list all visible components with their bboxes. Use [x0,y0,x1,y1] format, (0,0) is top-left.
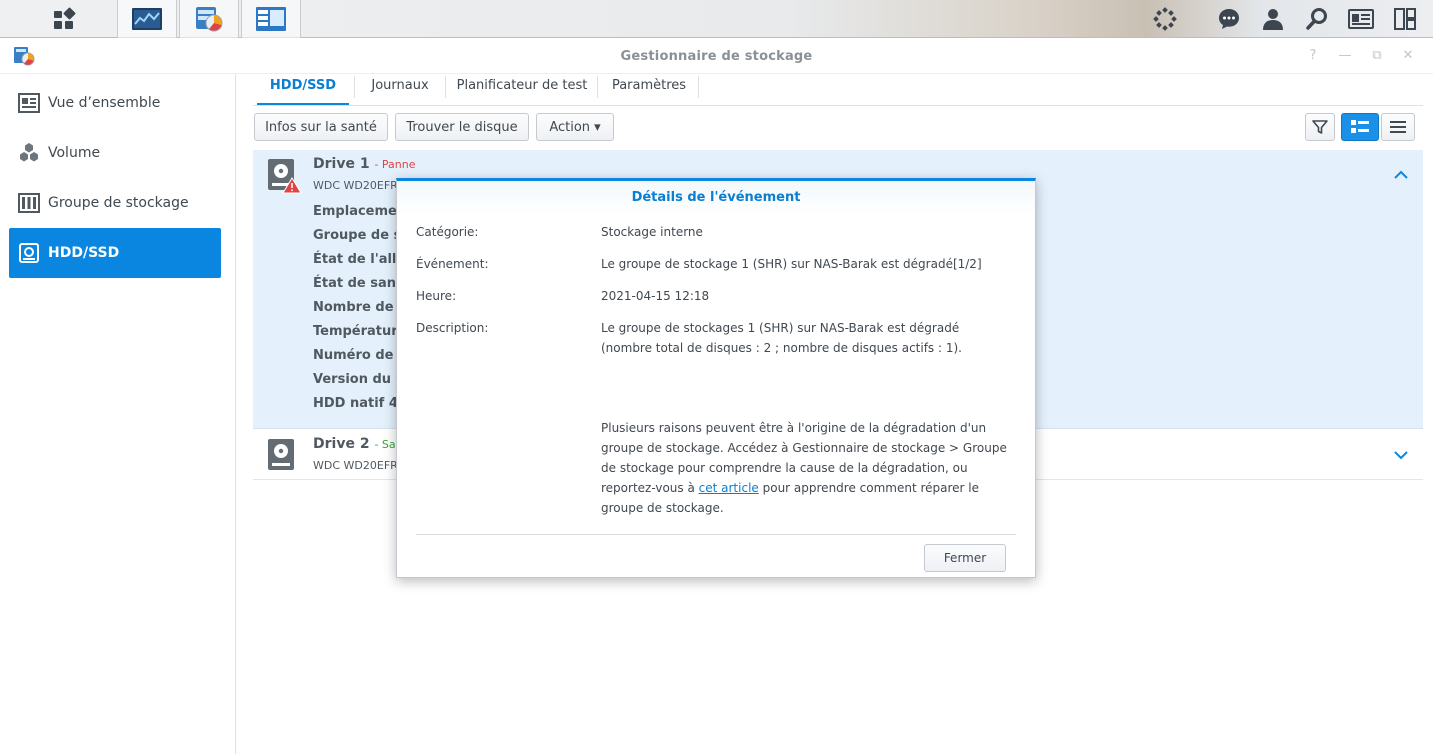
time-label: Heure: [416,289,457,303]
chevron-down-icon[interactable] [1393,447,1409,463]
user-button[interactable] [1256,0,1290,38]
article-link[interactable]: cet article [699,481,759,495]
tab-divider [597,76,598,98]
user-icon [1263,9,1283,30]
chat-bubble-icon [1219,9,1239,29]
sidebar-item-storage-pool[interactable]: Groupe de stockage [9,178,221,228]
category-label: Catégorie: [416,225,479,239]
control-panel-icon [256,7,286,31]
sidebar-item-volume[interactable]: Volume [9,128,221,178]
tab-divider [445,76,446,98]
sidebar-item-label: Vue d’ensemble [48,95,161,111]
filter-icon [1312,120,1328,134]
health-info-button[interactable]: Infos sur la santé [254,113,388,141]
minimize-button[interactable]: — [1336,47,1354,65]
sidebar-item-label: Groupe de stockage [48,195,189,211]
description-value: Le groupe de stockages 1 (SHR) sur NAS-B… [601,321,962,355]
widgets-icon [1394,8,1416,30]
close-button[interactable]: Fermer [924,544,1006,572]
tab-hdd-ssd[interactable]: HDD/SSD [257,74,349,105]
synology-widget-icon [1153,7,1177,31]
hdd-icon [268,439,294,470]
field-label-4k: HDD natif 4K [313,396,408,411]
window-title: Gestionnaire de stockage [620,49,813,64]
action-dropdown-button[interactable]: Action ▾ [536,113,614,141]
field-label-allocation: État de l'allo [313,252,406,267]
chevron-up-icon[interactable] [1393,167,1409,183]
sidebar-item-label: Volume [48,145,101,161]
storage-pool-icon [18,192,40,214]
dialog-header[interactable]: Détails de l'événement [397,181,1035,215]
taskbar [0,0,1433,38]
dialog-title: Détails de l'événement [631,190,801,205]
status-badge: - Sa [374,438,396,451]
storage-manager-icon [196,7,223,32]
drive-model: WDC WD20EFR [313,179,398,192]
tab-bar: HDD/SSD Journaux Planificateur de test P… [253,74,1423,106]
tab-divider [698,76,699,98]
tab-divider [354,76,355,98]
sidebar-item-overview[interactable]: Vue d’ensemble [9,78,221,128]
sidebar-item-hdd-ssd[interactable]: HDD/SSD [9,228,221,278]
widgets-button[interactable] [1388,0,1422,38]
volume-icon [18,142,40,164]
maximize-button[interactable]: ⧉ [1368,47,1386,65]
drive-model: WDC WD20EFR [313,459,398,472]
info-paragraph: Plusieurs raisons peuvent être à l'origi… [601,418,1009,518]
description-label: Description: [416,321,489,335]
field-label-count: Nombre de s [313,300,406,315]
taskbar-app-storage-manager[interactable] [179,0,239,38]
taskbar-app-resource-monitor[interactable] [117,0,177,38]
hdd-warning-icon [268,159,302,194]
tab-settings[interactable]: Paramètres [601,74,697,105]
resource-monitor-icon [132,8,162,30]
main-menu-icon [54,7,76,29]
sidebar-item-label: HDD/SSD [48,245,120,261]
main-panel-button[interactable] [1344,0,1378,38]
filter-button[interactable] [1305,113,1335,141]
list-icon [1390,121,1406,133]
main-menu-button[interactable] [20,0,108,38]
locate-disk-button[interactable]: Trouver le disque [395,113,529,141]
hdd-icon [18,242,40,264]
field-label-serial: Numéro de s [313,348,406,363]
drive-name-text: Drive 1 [313,156,370,172]
search-button[interactable] [1300,0,1334,38]
taskbar-app-control-panel[interactable] [241,0,301,38]
notifications-button[interactable] [1212,0,1246,38]
overview-icon [18,92,40,114]
detail-view-button[interactable] [1341,113,1379,141]
synology-widget-button[interactable] [1148,0,1182,38]
help-button[interactable]: ? [1304,47,1322,65]
category-value: Stockage interne [601,225,703,239]
event-label: Événement: [416,257,489,271]
sidebar: Vue d’ensemble Volume Groupe de stockage… [0,74,236,754]
tab-logs[interactable]: Journaux [357,74,443,105]
id-card-icon [1348,9,1374,29]
close-window-button[interactable]: ✕ [1399,47,1417,65]
status-badge: - Panne [374,158,416,171]
list-view-button[interactable] [1381,113,1415,141]
tab-test-scheduler[interactable]: Planificateur de test [449,74,595,105]
field-label-firmware: Version du fi [313,372,406,387]
search-icon [1306,8,1327,30]
window-titlebar[interactable]: Gestionnaire de stockage ? — ⧉ ✕ [0,38,1433,74]
dialog-divider [416,534,1016,535]
drive-name-text: Drive 2 [313,436,370,452]
detail-list-icon [1351,120,1369,133]
event-value: Le groupe de stockage 1 (SHR) sur NAS-Ba… [601,257,982,271]
drive-name: Drive 2 - Sa [313,436,396,452]
field-label-pool: Groupe de st [313,228,408,243]
time-value: 2021-04-15 12:18 [601,289,710,303]
field-label-temperature: Température [313,324,407,339]
event-details-dialog: Détails de l'événement Catégorie: Stocka… [396,178,1036,578]
drive-name: Drive 1 - Panne [313,156,416,172]
